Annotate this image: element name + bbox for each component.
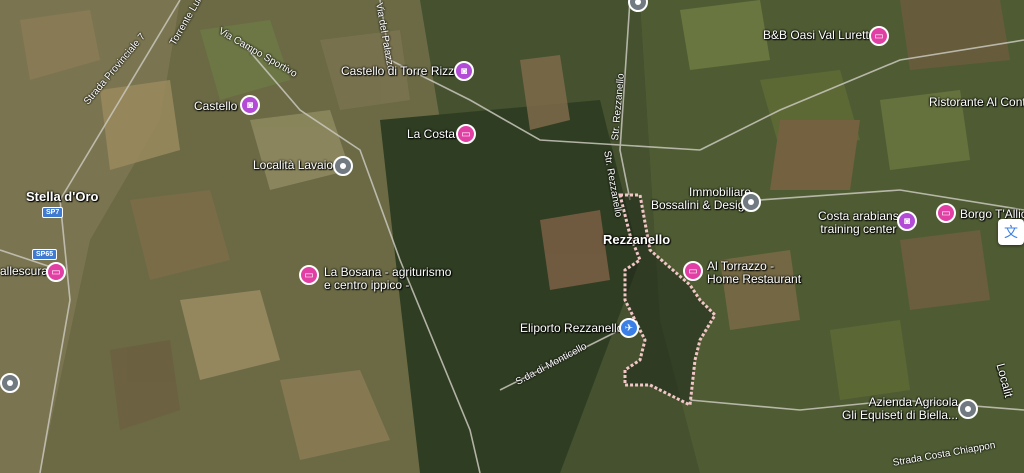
place-label-la-bosana[interactable]: La Bosana - agriturismo e centro ippico … bbox=[324, 266, 451, 292]
bed-icon: ▭ bbox=[461, 128, 471, 140]
place-label-azienda-agricola[interactable]: Azienda Agricola Gli Equiseti di Biella.… bbox=[842, 396, 958, 422]
road-badge-sp7: SP7 bbox=[42, 207, 64, 218]
hotel-pin-la-costa[interactable]: ▭ bbox=[456, 124, 476, 144]
hotel-pin-al-torrazzo[interactable]: ▭ bbox=[683, 261, 703, 281]
place-label-vallescura[interactable]: allescura bbox=[0, 265, 48, 278]
hotel-pin-la-bosana[interactable]: ▭ bbox=[299, 265, 319, 285]
hotel-pin-borgo[interactable]: ▭ bbox=[936, 203, 956, 223]
camera-pin-castello-torre-rizzi[interactable]: ◙ bbox=[454, 61, 474, 81]
place-label-castello-torre-rizzi[interactable]: Castello di Torre Rizzi bbox=[341, 65, 457, 78]
camera-icon: ◙ bbox=[246, 99, 254, 111]
place-label-rezzanello[interactable]: Rezzanello bbox=[603, 233, 670, 246]
place-label-costa-arabians[interactable]: Costa arabians training center bbox=[818, 210, 899, 236]
place-label-la-costa[interactable]: La Costa bbox=[407, 128, 455, 141]
bed-icon: ▭ bbox=[874, 30, 884, 42]
camera-pin-castello[interactable]: ◙ bbox=[240, 95, 260, 115]
place-label-al-torrazzo[interactable]: Al Torrazzo - Home Restaurant bbox=[707, 260, 801, 286]
road-badge-sp65: SP65 bbox=[32, 249, 58, 260]
place-label-localita-lavaio[interactable]: Località Lavaio bbox=[253, 159, 333, 172]
place-pin-localita-lavaio[interactable] bbox=[333, 156, 353, 176]
plane-icon: ✈ bbox=[624, 322, 634, 334]
camera-icon: ◙ bbox=[460, 65, 468, 77]
place-pin-immobiliare[interactable] bbox=[741, 192, 761, 212]
place-label-stella-doro[interactable]: Stella d'Oro bbox=[26, 190, 98, 203]
hotel-pin-vallescura[interactable]: ▭ bbox=[46, 262, 66, 282]
place-label-immobiliare[interactable]: Immobiliare Bossalini & Design bbox=[651, 186, 751, 212]
airport-pin-eliporto[interactable]: ✈ bbox=[619, 318, 639, 338]
translate-icon[interactable]: 文 bbox=[998, 219, 1024, 245]
bed-icon: ▭ bbox=[941, 207, 951, 219]
place-pin-left-edge[interactable] bbox=[0, 373, 20, 393]
camera-pin-costa-arabians[interactable]: ◙ bbox=[897, 211, 917, 231]
place-label-eliporto[interactable]: Eliporto Rezzanello bbox=[520, 322, 623, 335]
place-pin-azienda-agricola[interactable] bbox=[958, 399, 978, 419]
bed-icon: ▭ bbox=[688, 265, 698, 277]
hotel-pin-bb-oasi[interactable]: ▭ bbox=[869, 26, 889, 46]
camera-icon: ◙ bbox=[903, 215, 911, 227]
bed-icon: ▭ bbox=[304, 269, 314, 281]
place-label-ristorante[interactable]: Ristorante Al Conte bbox=[929, 96, 1024, 109]
place-label-bb-oasi[interactable]: B&B Oasi Val Luretta bbox=[763, 29, 876, 42]
place-label-castello[interactable]: Castello bbox=[194, 100, 237, 113]
bed-icon: ▭ bbox=[51, 266, 61, 278]
